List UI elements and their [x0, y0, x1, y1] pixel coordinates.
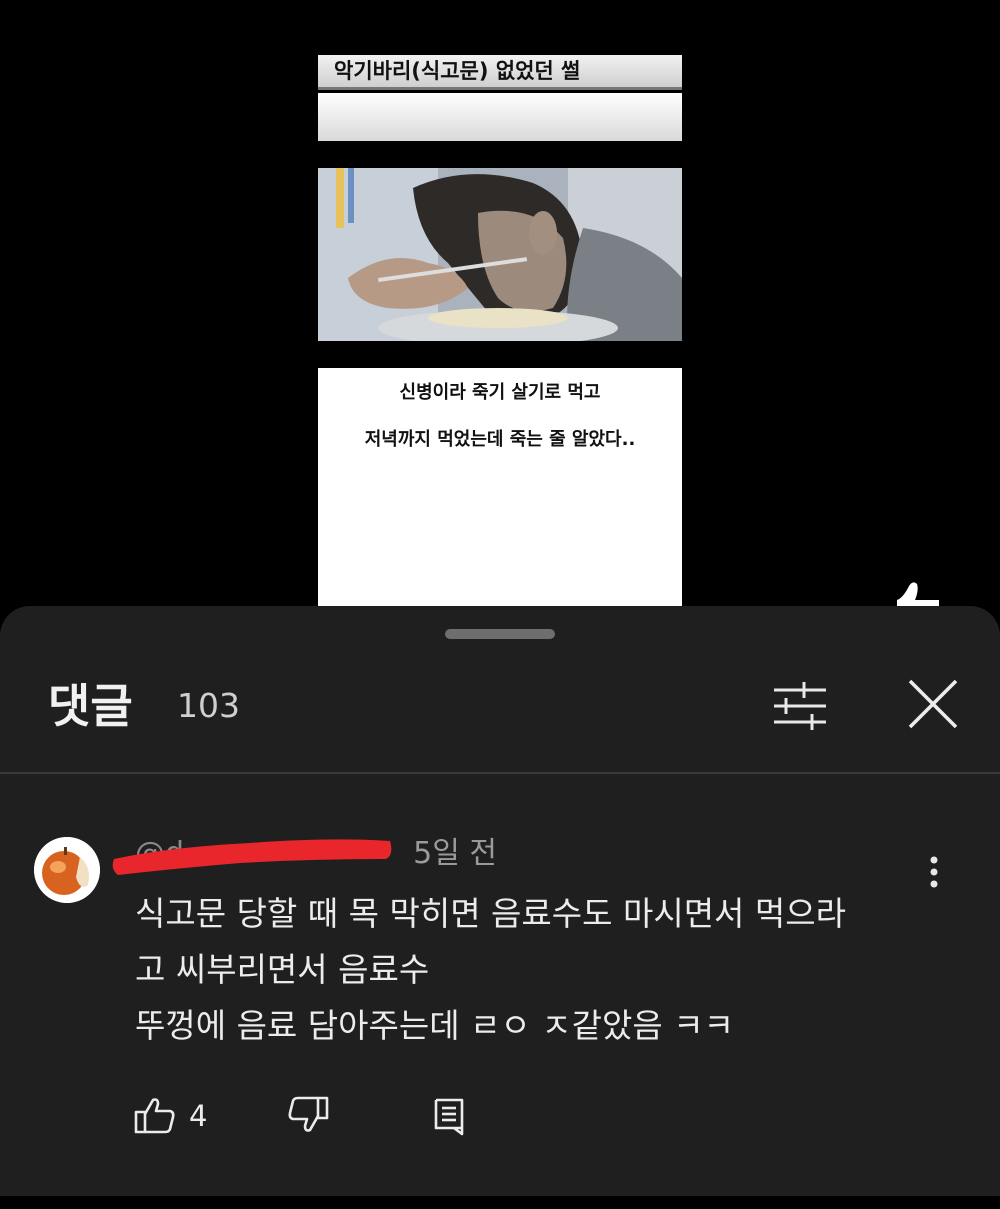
comments-count: 103	[177, 686, 240, 725]
bottom-edge	[0, 1196, 1000, 1209]
redaction-mark	[110, 829, 395, 879]
reply-icon	[434, 1098, 464, 1136]
comment-line: 뚜껑에 음료 담아주는데 ㄹㅇ ㅈ같았음 ㅋㅋ	[135, 1006, 734, 1045]
reply-button[interactable]	[432, 1094, 472, 1138]
comment-line: 고 씨부리면서 음료수	[135, 950, 430, 989]
close-icon[interactable]	[900, 676, 966, 736]
thumbnail-caption: 신병이라 죽기 살기로 먹고 저녁까지 먹었는데 죽는 줄 알았다..	[318, 368, 682, 615]
thumbnail-title: 악기바리(식고문) 없었던 썰	[318, 55, 682, 90]
comments-title: 댓글	[48, 679, 133, 733]
like-count: 4	[189, 1099, 208, 1133]
filter-sliders-icon[interactable]	[766, 676, 836, 736]
drag-handle[interactable]	[445, 629, 555, 639]
video-thumbnail[interactable]: 악기바리(식고문) 없었던 썰 신병이라 죽기 살기로 먹고 저녁까지 먹었는데…	[318, 55, 682, 615]
avatar[interactable]	[34, 837, 100, 903]
thumbnail-photo	[318, 168, 682, 341]
dislike-button[interactable]	[286, 1094, 336, 1138]
comment-line: 식고문 당할 때 목 막히면 음료수도 마시면서 먹으라	[135, 894, 846, 933]
thumbnail-subtitle-bar	[318, 93, 682, 141]
comment-time: 5일 전	[413, 836, 497, 871]
thumbnail-caption-line2: 저녁까지 먹었는데 죽는 줄 알았다..	[364, 429, 636, 450]
comment-item: @d 5일 전 식고문 당할 때 목 막히면 음료수도 마시면서 먹으라 고 씨…	[0, 774, 1000, 1209]
video-player[interactable]: 악기바리(식고문) 없었던 썰 신병이라 죽기 살기로 먹고 저녁까지 먹었는데…	[0, 0, 1000, 640]
thumbs-up-icon	[134, 1098, 175, 1134]
thumbs-down-icon	[288, 1096, 329, 1132]
comment-body: 식고문 당할 때 목 막히면 음료수도 마시면서 먹으라 고 씨부리면서 음료수…	[135, 886, 935, 1054]
comments-sheet: 댓글 103 @d	[0, 606, 1000, 1209]
thumbnail-caption-line1: 신병이라 죽기 살기로 먹고	[399, 382, 601, 403]
comment-actions: 4	[0, 1094, 1000, 1144]
